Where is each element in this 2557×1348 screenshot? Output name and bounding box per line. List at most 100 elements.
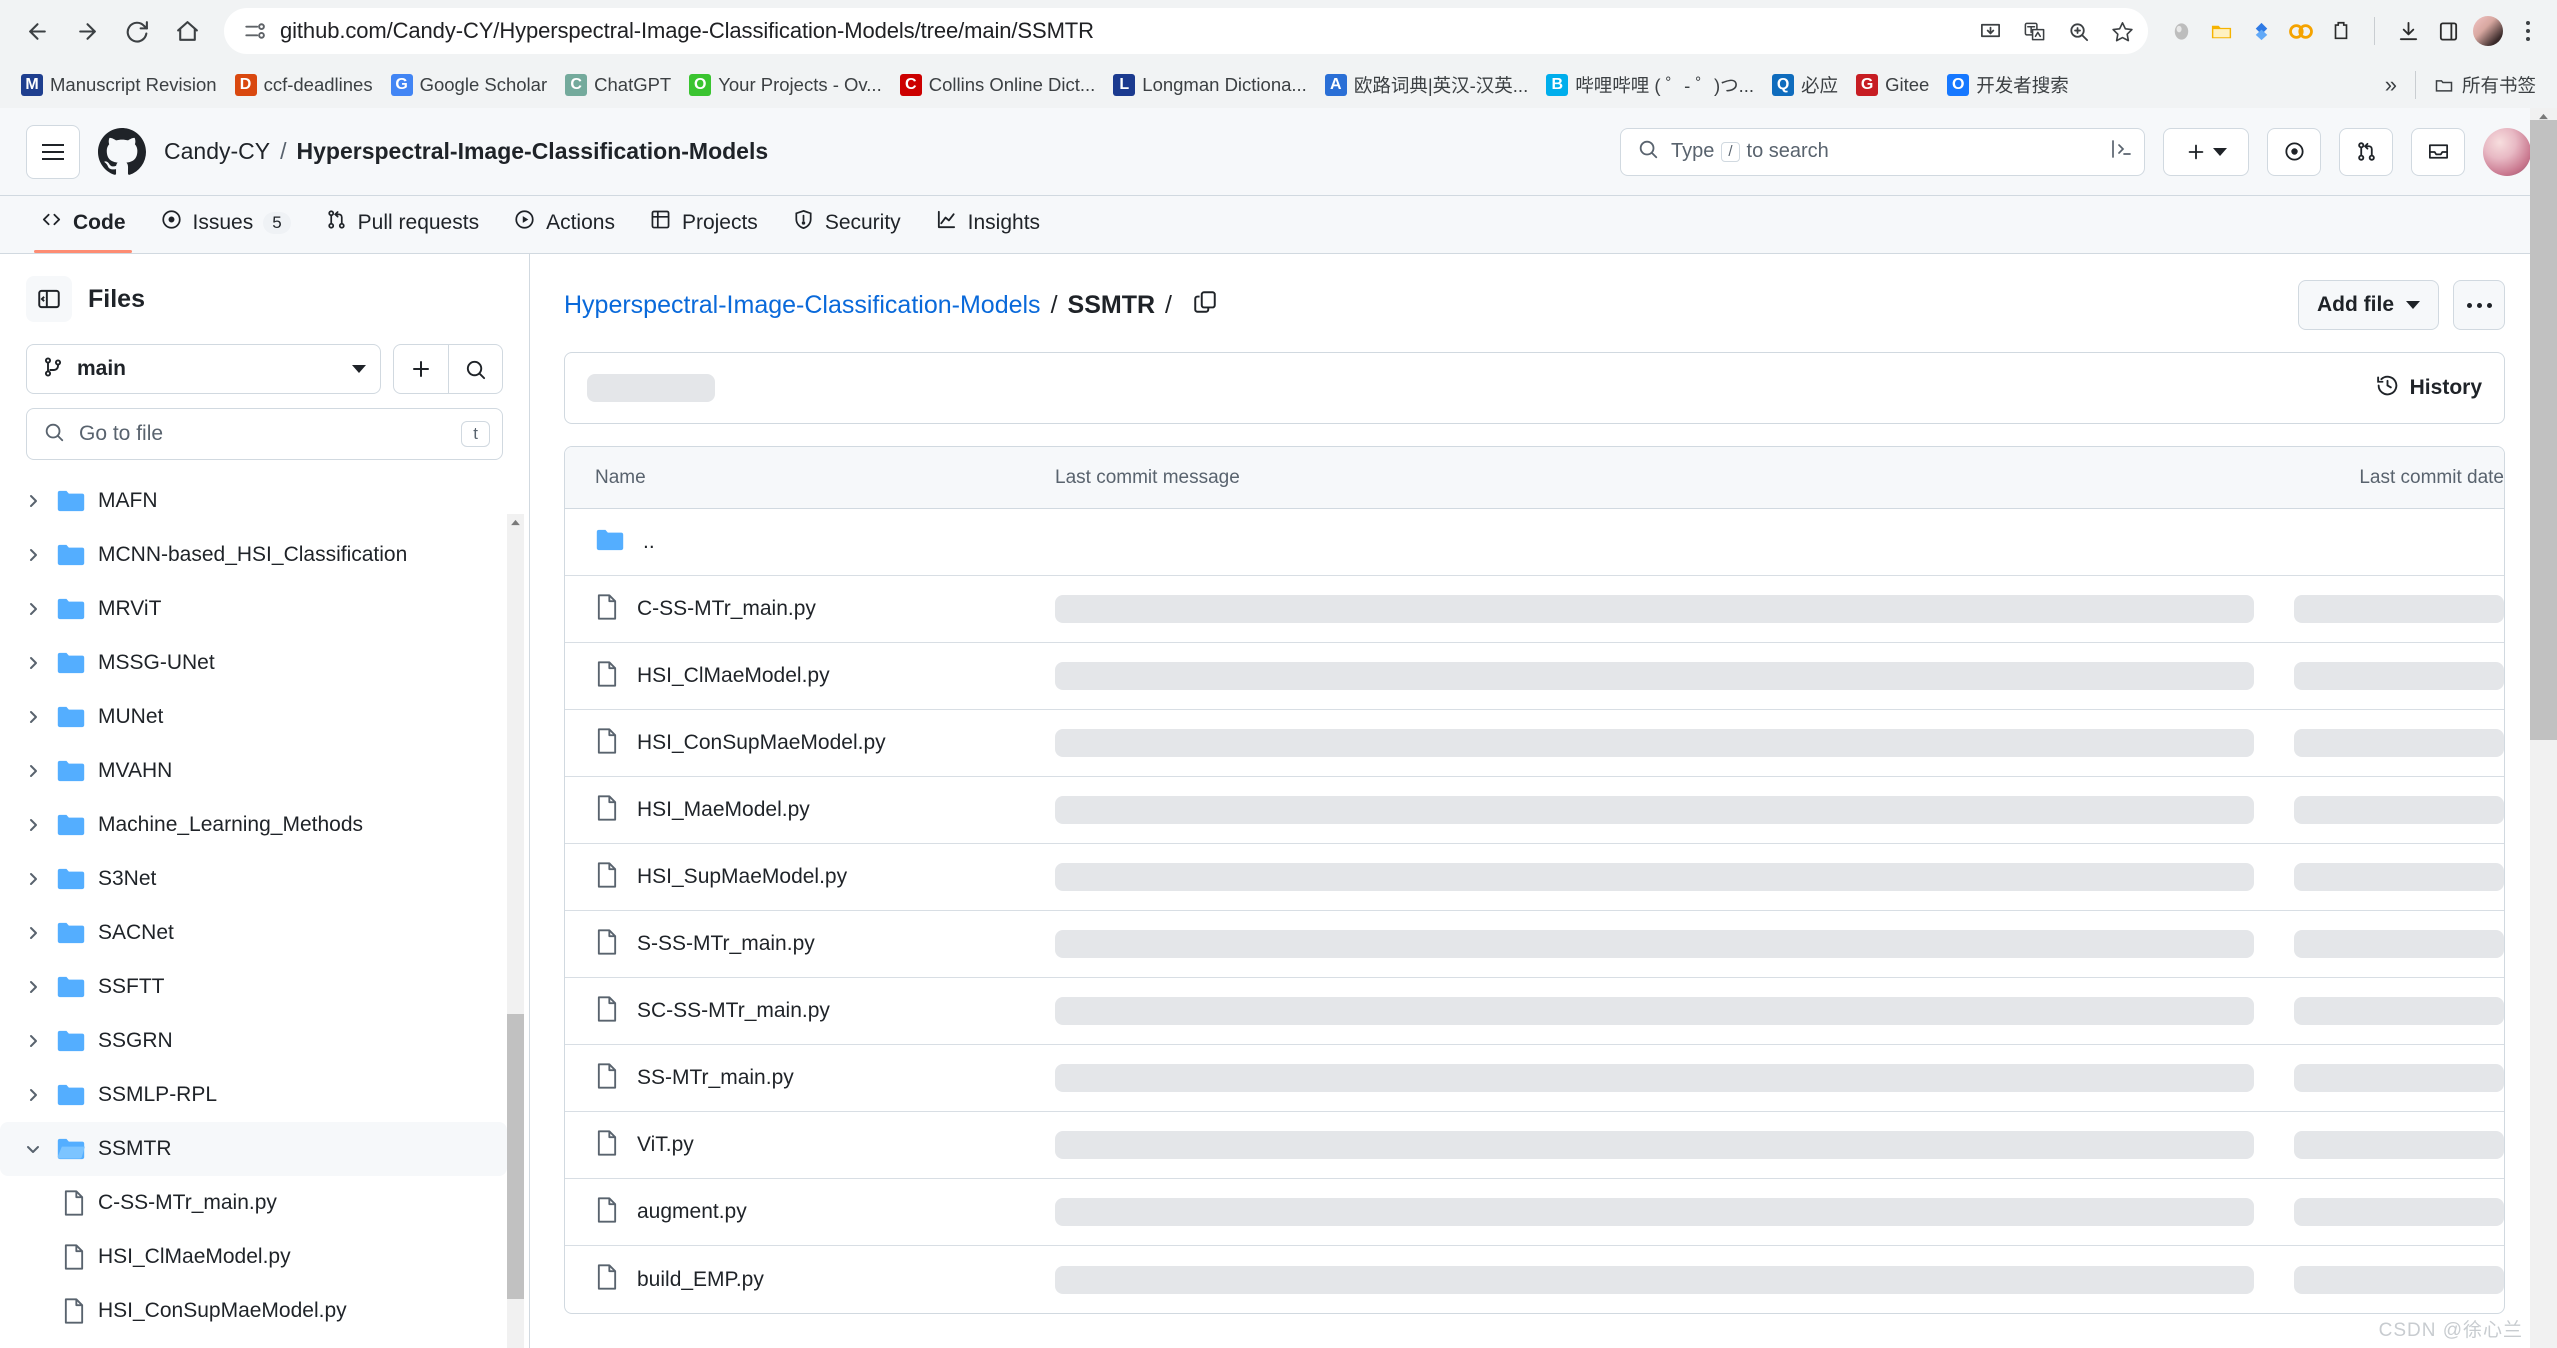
bookmark-item[interactable]: B 哔哩哔哩 ( ゜- ゜)つ...: [1537, 68, 1763, 102]
table-row[interactable]: ViT.py: [565, 1112, 2504, 1179]
github-logo-icon[interactable]: [98, 127, 146, 176]
user-avatar[interactable]: [2483, 127, 2531, 176]
tree-item-MUNet[interactable]: MUNet: [0, 690, 507, 744]
branch-selector[interactable]: main: [26, 344, 381, 394]
chevron-right-icon[interactable]: [22, 979, 44, 995]
history-button[interactable]: History: [2375, 373, 2482, 403]
bookmark-item[interactable]: M Manuscript Revision: [12, 70, 226, 100]
bookmark-item[interactable]: O Your Projects - Ov...: [680, 70, 890, 100]
tab-actions[interactable]: Actions: [499, 208, 629, 253]
table-row[interactable]: build_EMP.py: [565, 1246, 2504, 1313]
go-to-file-input[interactable]: Go to file t: [26, 408, 503, 460]
bookmarks-overflow-button[interactable]: »: [2375, 68, 2407, 102]
sidebar-scrollbar[interactable]: [507, 514, 524, 1348]
tree-item-SSMLP-RPL[interactable]: SSMLP-RPL: [0, 1068, 507, 1122]
tab-security[interactable]: Security: [778, 208, 915, 253]
chevron-down-icon[interactable]: [22, 1143, 44, 1155]
tree-item-SSMTR[interactable]: SSMTR: [0, 1122, 507, 1176]
scroll-up-arrow-icon[interactable]: [507, 514, 524, 530]
tab-issues[interactable]: Issues 5: [146, 208, 305, 253]
extension-grey-icon[interactable]: [2166, 16, 2196, 46]
tree-item-SSFTT[interactable]: SSFTT: [0, 960, 507, 1014]
chevron-right-icon[interactable]: [22, 763, 44, 779]
issues-button[interactable]: [2267, 127, 2321, 176]
table-row[interactable]: HSI_ConSupMaeModel.py: [565, 710, 2504, 777]
table-row[interactable]: HSI_SupMaeModel.py: [565, 844, 2504, 911]
add-file-button[interactable]: Add file: [2298, 280, 2439, 330]
bookmark-item[interactable]: C Collins Online Dict...: [891, 70, 1105, 100]
tree-item-HSI_ConSupMaeModel.py[interactable]: HSI_ConSupMaeModel.py: [0, 1284, 507, 1338]
tab-pull-requests[interactable]: Pull requests: [311, 208, 493, 253]
chrome-menu-icon[interactable]: [2513, 21, 2543, 41]
extension-co-icon[interactable]: [2286, 16, 2316, 46]
table-row[interactable]: augment.py: [565, 1179, 2504, 1246]
site-settings-icon[interactable]: [242, 18, 268, 44]
chevron-right-icon[interactable]: [22, 601, 44, 617]
chevron-right-icon[interactable]: [22, 1087, 44, 1103]
tree-item-MAFN[interactable]: MAFN: [0, 474, 507, 528]
url-text[interactable]: github.com/Candy-CY/Hyperspectral-Image-…: [280, 18, 1958, 44]
address-bar[interactable]: github.com/Candy-CY/Hyperspectral-Image-…: [224, 8, 2148, 54]
tree-item-SSGRN[interactable]: SSGRN: [0, 1014, 507, 1068]
file-name-link[interactable]: HSI_SupMaeModel.py: [637, 865, 847, 889]
extension-folder-icon[interactable]: [2206, 16, 2236, 46]
bookmark-item[interactable]: L Longman Dictiona...: [1104, 70, 1316, 100]
tree-item-HSI_ClMaeModel.py[interactable]: HSI_ClMaeModel.py: [0, 1230, 507, 1284]
file-name-link[interactable]: augment.py: [637, 1200, 747, 1224]
chevron-right-icon[interactable]: [22, 547, 44, 563]
reload-button[interactable]: [114, 8, 160, 54]
back-button[interactable]: [14, 8, 60, 54]
page-scrollbar-thumb[interactable]: [2530, 120, 2557, 740]
command-palette-icon[interactable]: [2110, 137, 2134, 166]
file-name-link[interactable]: SS-MTr_main.py: [637, 1066, 794, 1090]
repo-name-link[interactable]: Hyperspectral-Image-Classification-Model…: [297, 138, 769, 165]
more-options-button[interactable]: [2453, 280, 2505, 330]
global-nav-menu-icon[interactable]: [26, 124, 80, 179]
translate-icon[interactable]: [2014, 11, 2054, 51]
search-input[interactable]: Type / to search: [1620, 127, 2145, 176]
side-panel-icon[interactable]: [2433, 16, 2463, 46]
file-name-link[interactable]: build_EMP.py: [637, 1268, 764, 1292]
chevron-right-icon[interactable]: [22, 817, 44, 833]
table-row[interactable]: SS-MTr_main.py: [565, 1045, 2504, 1112]
breadcrumb-repo-link[interactable]: Hyperspectral-Image-Classification-Model…: [564, 291, 1041, 320]
table-row[interactable]: ..: [565, 509, 2504, 576]
bookmark-star-icon[interactable]: [2102, 11, 2142, 51]
bookmark-item[interactable]: G Google Scholar: [382, 70, 557, 100]
bookmark-item[interactable]: O 开发者搜索: [1938, 68, 2078, 102]
all-bookmarks-button[interactable]: 所有书签: [2424, 68, 2545, 102]
collapse-sidebar-icon[interactable]: [26, 276, 72, 322]
tree-item-MVAHN[interactable]: MVAHN: [0, 744, 507, 798]
create-new-button[interactable]: [2163, 127, 2249, 176]
table-row[interactable]: SC-SS-MTr_main.py: [565, 978, 2504, 1045]
install-app-icon[interactable]: [1970, 11, 2010, 51]
tree-item-S3Net[interactable]: S3Net: [0, 852, 507, 906]
forward-button[interactable]: [64, 8, 110, 54]
downloads-icon[interactable]: [2393, 16, 2423, 46]
bookmark-item[interactable]: Dccf-deadlines: [226, 70, 382, 100]
add-file-sidebar-button[interactable]: [394, 345, 448, 393]
tab-code[interactable]: Code: [26, 208, 140, 253]
tree-item-MSSG-UNet[interactable]: MSSG-UNet: [0, 636, 507, 690]
file-name-link[interactable]: S-SS-MTr_main.py: [637, 932, 815, 956]
bookmark-item[interactable]: G Gitee: [1847, 70, 1938, 100]
table-row[interactable]: HSI_MaeModel.py: [565, 777, 2504, 844]
file-name-link[interactable]: SC-SS-MTr_main.py: [637, 999, 830, 1023]
tree-item-MCNN-based_HSI_Classification[interactable]: MCNN-based_HSI_Classification: [0, 528, 507, 582]
file-name-link[interactable]: C-SS-MTr_main.py: [637, 597, 816, 621]
file-name-link[interactable]: ..: [643, 530, 655, 554]
tab-projects[interactable]: Projects: [635, 208, 772, 253]
tree-item-C-SS-MTr_main.py[interactable]: C-SS-MTr_main.py: [0, 1176, 507, 1230]
zoom-icon[interactable]: [2058, 11, 2098, 51]
extension-outline-icon[interactable]: [2326, 16, 2356, 46]
table-row[interactable]: HSI_ClMaeModel.py: [565, 643, 2504, 710]
chevron-right-icon[interactable]: [22, 925, 44, 941]
extension-diamond-icon[interactable]: [2246, 16, 2276, 46]
tree-item-Machine_Learning_Methods[interactable]: Machine_Learning_Methods: [0, 798, 507, 852]
chevron-right-icon[interactable]: [22, 493, 44, 509]
pull-requests-button[interactable]: [2339, 127, 2393, 176]
file-tree-list[interactable]: MAFN MCNN-based_HSI_Classification MRViT MS…: [0, 474, 529, 1348]
table-row[interactable]: S-SS-MTr_main.py: [565, 911, 2504, 978]
profile-avatar[interactable]: [2473, 16, 2503, 46]
page-scrollbar[interactable]: [2530, 108, 2557, 1348]
